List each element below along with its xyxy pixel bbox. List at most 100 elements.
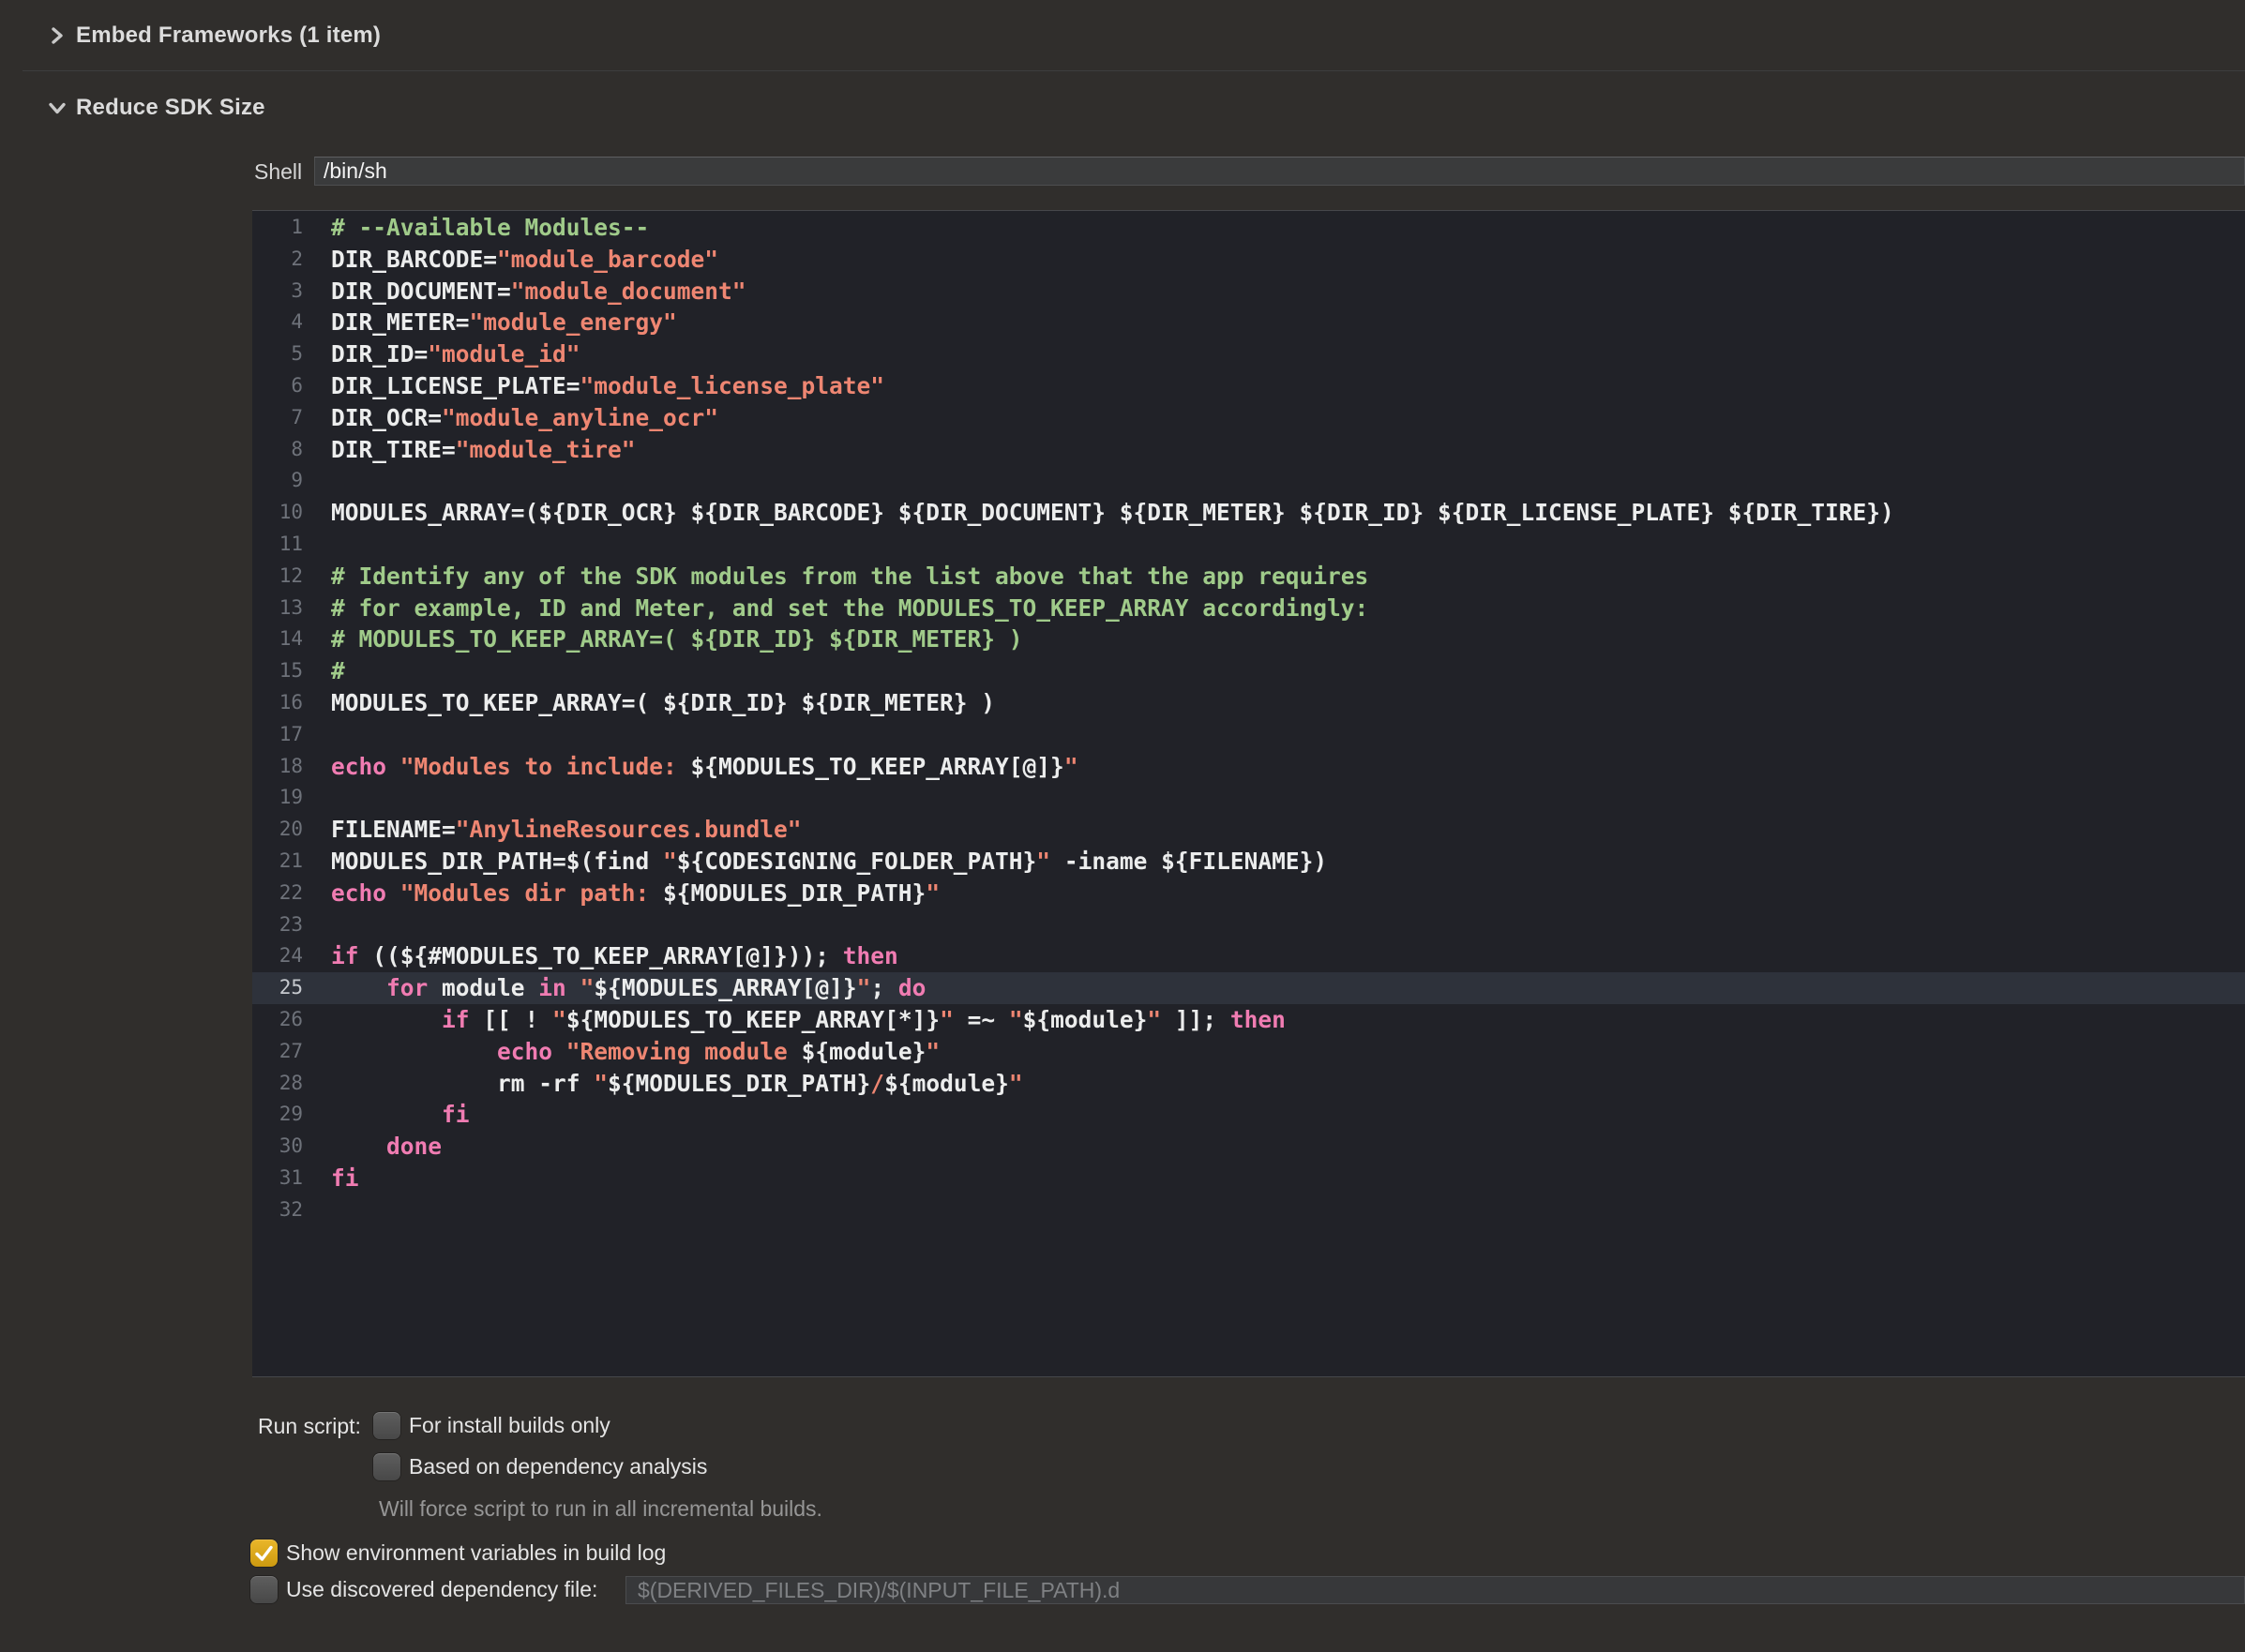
code-line[interactable]: 1# --Available Modules-- [252, 212, 2245, 244]
code-line[interactable]: 26 if [[ ! "${MODULES_TO_KEEP_ARRAY[*]}"… [252, 1004, 2245, 1036]
code-text: # Identify any of the SDK modules from t… [303, 561, 1368, 593]
code-line[interactable]: 29 fi [252, 1099, 2245, 1131]
code-text: done [303, 1131, 442, 1163]
line-number: 22 [252, 878, 303, 909]
line-number: 12 [252, 561, 303, 593]
line-number: 17 [252, 719, 303, 751]
line-number: 32 [252, 1194, 303, 1226]
code-text [303, 782, 331, 814]
reduce-sdk-size-header[interactable]: Reduce SDK Size [47, 94, 265, 122]
code-line[interactable]: 8DIR_TIRE="module_tire" [252, 434, 2245, 466]
code-line[interactable]: 11 [252, 529, 2245, 561]
line-number: 14 [252, 623, 303, 655]
line-number: 24 [252, 940, 303, 972]
line-number: 1 [252, 212, 303, 244]
checkbox-label: Show environment variables in build log [286, 1540, 666, 1566]
line-number: 19 [252, 782, 303, 814]
code-line[interactable]: 25 for module in "${MODULES_ARRAY[@]}"; … [252, 972, 2245, 1004]
checkbox [250, 1576, 278, 1603]
code-line[interactable]: 22echo "Modules dir path: ${MODULES_DIR_… [252, 878, 2245, 909]
code-line[interactable]: 30 done [252, 1131, 2245, 1163]
code-line[interactable]: 9 [252, 465, 2245, 497]
code-line[interactable]: 14# MODULES_TO_KEEP_ARRAY=( ${DIR_ID} ${… [252, 623, 2245, 655]
code-text: # [303, 655, 345, 687]
line-number: 9 [252, 465, 303, 497]
code-text [303, 465, 331, 497]
checkbox-row-dependency-analysis[interactable]: Based on dependency analysis [373, 1452, 707, 1480]
code-line[interactable]: 12# Identify any of the SDK modules from… [252, 561, 2245, 593]
checkbox-label: Use discovered dependency file: [286, 1577, 597, 1602]
line-number: 10 [252, 497, 303, 529]
code-line[interactable]: 15# [252, 655, 2245, 687]
checkbox-label: Based on dependency analysis [409, 1454, 707, 1479]
line-number: 15 [252, 655, 303, 687]
checkbox-label: For install builds only [409, 1413, 610, 1438]
code-text: fi [303, 1163, 359, 1194]
code-text: MODULES_DIR_PATH=$(find "${CODESIGNING_F… [303, 846, 1327, 878]
shell-label: Shell [254, 158, 299, 185]
checkbox-row-use-dependency-file[interactable]: Use discovered dependency file: [250, 1575, 597, 1603]
run-script-label: Run script: [258, 1412, 361, 1440]
code-text [303, 719, 331, 751]
code-line[interactable]: 24if ((${#MODULES_TO_KEEP_ARRAY[@]})); t… [252, 940, 2245, 972]
phase-title: Reduce SDK Size [76, 95, 265, 121]
line-number: 18 [252, 751, 303, 783]
code-line[interactable]: 2DIR_BARCODE="module_barcode" [252, 244, 2245, 276]
code-text: DIR_DOCUMENT="module_document" [303, 276, 746, 308]
section-divider [23, 70, 2245, 71]
code-line[interactable]: 20FILENAME="AnylineResources.bundle" [252, 814, 2245, 846]
incremental-builds-note: Will force script to run in all incremen… [379, 1495, 822, 1522]
code-text: for module in "${MODULES_ARRAY[@]}"; do [303, 972, 926, 1004]
line-number: 28 [252, 1068, 303, 1100]
code-line[interactable]: 32 [252, 1194, 2245, 1226]
script-editor[interactable]: 1# --Available Modules--2DIR_BARCODE="mo… [252, 210, 2245, 1377]
code-line[interactable]: 27 echo "Removing module ${module}" [252, 1036, 2245, 1068]
line-number: 6 [252, 370, 303, 402]
code-line[interactable]: 16MODULES_TO_KEEP_ARRAY=( ${DIR_ID} ${DI… [252, 687, 2245, 719]
code-line[interactable]: 19 [252, 782, 2245, 814]
code-line[interactable]: 18echo "Modules to include: ${MODULES_TO… [252, 751, 2245, 783]
line-number: 4 [252, 307, 303, 338]
code-text: if ((${#MODULES_TO_KEEP_ARRAY[@]})); the… [303, 940, 898, 972]
line-number: 3 [252, 276, 303, 308]
code-line[interactable]: 21MODULES_DIR_PATH=$(find "${CODESIGNING… [252, 846, 2245, 878]
code-line[interactable]: 23 [252, 909, 2245, 941]
code-text: FILENAME="AnylineResources.bundle" [303, 814, 802, 846]
code-line[interactable]: 4DIR_METER="module_energy" [252, 307, 2245, 338]
code-line[interactable]: 28 rm -rf "${MODULES_DIR_PATH}/${module}… [252, 1068, 2245, 1100]
code-line[interactable]: 13# for example, ID and Meter, and set t… [252, 593, 2245, 624]
code-text: DIR_TIRE="module_tire" [303, 434, 636, 466]
line-number: 23 [252, 909, 303, 941]
line-number: 16 [252, 687, 303, 719]
code-text: DIR_METER="module_energy" [303, 307, 677, 338]
code-text: echo "Removing module ${module}" [303, 1036, 940, 1068]
code-line[interactable]: 6DIR_LICENSE_PLATE="module_license_plate… [252, 370, 2245, 402]
code-text: # for example, ID and Meter, and set the… [303, 593, 1368, 624]
embed-frameworks-header[interactable]: Embed Frameworks (1 item) [47, 22, 381, 50]
line-number: 29 [252, 1099, 303, 1131]
code-text: DIR_OCR="module_anyline_ocr" [303, 402, 718, 434]
line-number: 20 [252, 814, 303, 846]
code-line[interactable]: 3DIR_DOCUMENT="module_document" [252, 276, 2245, 308]
checkbox-row-install-builds-only[interactable]: For install builds only [373, 1411, 610, 1439]
code-line[interactable]: 5DIR_ID="module_id" [252, 338, 2245, 370]
code-text [303, 1194, 331, 1226]
line-number: 21 [252, 846, 303, 878]
line-number: 13 [252, 593, 303, 624]
code-line[interactable]: 7DIR_OCR="module_anyline_ocr" [252, 402, 2245, 434]
code-text: echo "Modules dir path: ${MODULES_DIR_PA… [303, 878, 940, 909]
code-text: DIR_BARCODE="module_barcode" [303, 244, 718, 276]
code-text: if [[ ! "${MODULES_TO_KEEP_ARRAY[*]}" =~… [303, 1004, 1286, 1036]
code-text [303, 909, 331, 941]
line-number: 5 [252, 338, 303, 370]
code-line[interactable]: 10MODULES_ARRAY=(${DIR_OCR} ${DIR_BARCOD… [252, 497, 2245, 529]
code-line[interactable]: 17 [252, 719, 2245, 751]
dependency-file-input[interactable] [625, 1576, 2245, 1604]
code-line[interactable]: 31fi [252, 1163, 2245, 1194]
shell-input[interactable] [314, 157, 2245, 186]
checkbox-row-show-env-variables[interactable]: Show environment variables in build log [250, 1539, 666, 1567]
code-text: MODULES_ARRAY=(${DIR_OCR} ${DIR_BARCODE}… [303, 497, 1894, 529]
checkbox [373, 1412, 400, 1439]
code-text: echo "Modules to include: ${MODULES_TO_K… [303, 751, 1078, 783]
line-number: 27 [252, 1036, 303, 1068]
